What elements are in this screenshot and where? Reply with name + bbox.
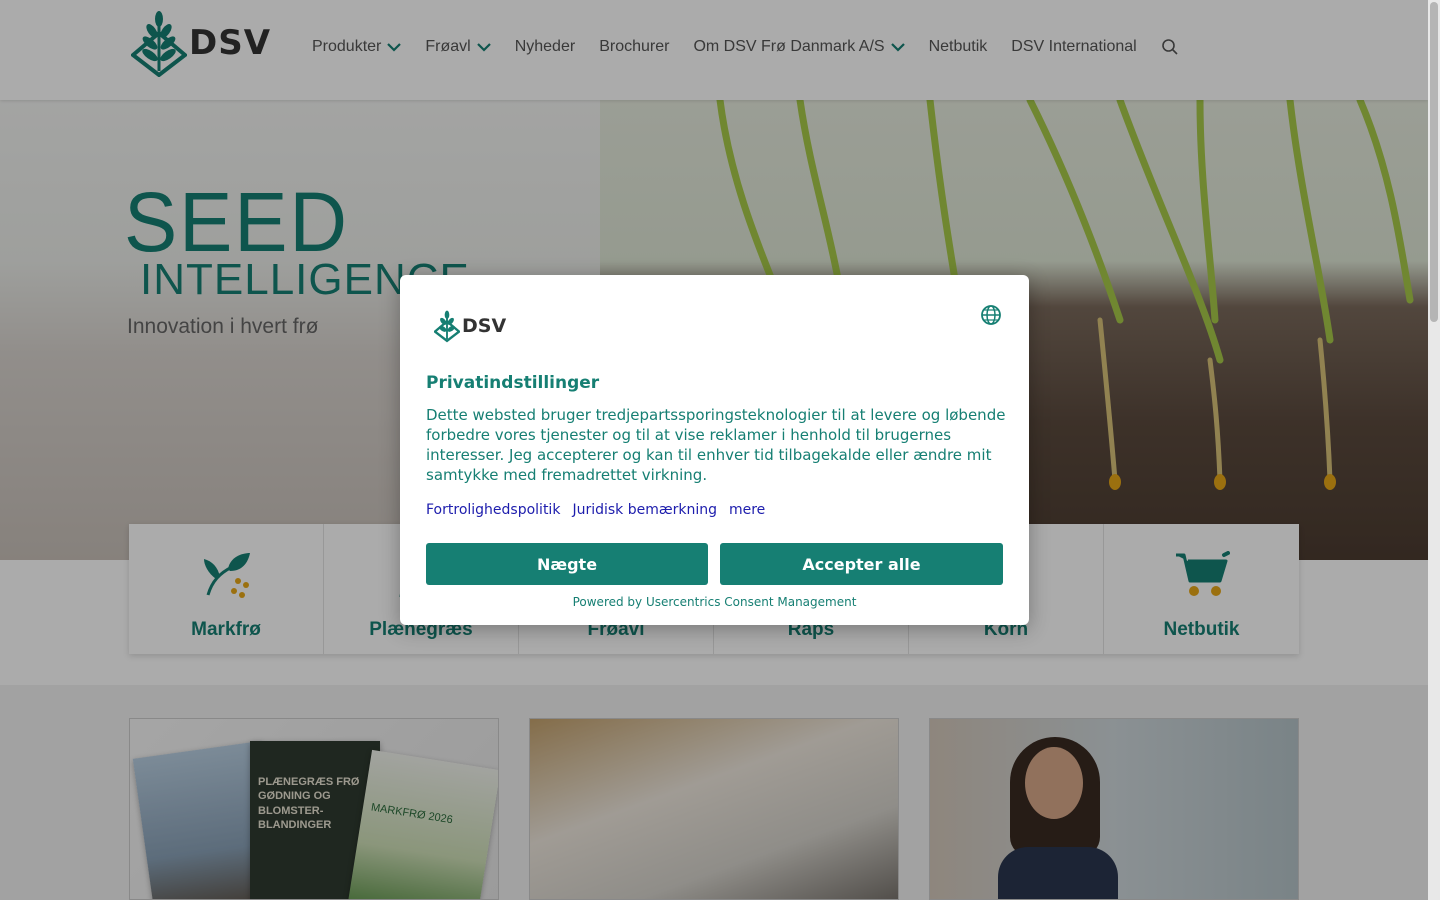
accept-all-button[interactable]: Accepter alle bbox=[720, 543, 1003, 585]
consent-body: Dette websted bruger tredjepartssporings… bbox=[426, 406, 1006, 484]
consent-dialog: DSV Privatindstillinger Dette websted br… bbox=[400, 275, 1029, 625]
consent-title: Privatindstillinger bbox=[426, 373, 600, 393]
page-scrollbar[interactable] bbox=[1428, 0, 1440, 900]
more-link[interactable]: mere bbox=[729, 502, 765, 518]
globe-language-icon[interactable] bbox=[980, 304, 1002, 326]
privacy-policy-link[interactable]: Fortrolighedspolitik bbox=[426, 502, 560, 518]
legal-notice-link[interactable]: Juridisk bemærkning bbox=[572, 502, 717, 518]
scrollbar-thumb[interactable] bbox=[1430, 2, 1438, 322]
consent-logo: DSV bbox=[434, 309, 506, 343]
logo-text: DSV bbox=[462, 315, 507, 337]
consent-links: Fortrolighedspolitik Juridisk bemærkning… bbox=[426, 502, 777, 518]
dsv-wheat-logo-icon bbox=[434, 310, 460, 343]
powered-by-text: Powered by Usercentrics Consent Manageme… bbox=[572, 595, 857, 609]
deny-button[interactable]: Nægte bbox=[426, 543, 708, 585]
